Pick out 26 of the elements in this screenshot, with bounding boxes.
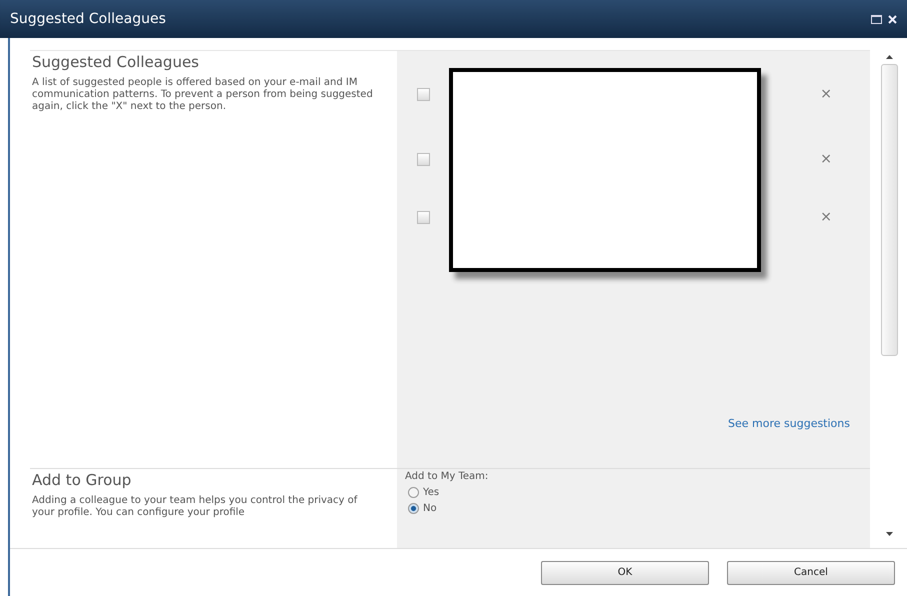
remove-suggestion-button[interactable]: × [820, 151, 832, 167]
radio-button[interactable] [408, 487, 419, 498]
see-more-suggestions-link[interactable]: See more suggestions [728, 417, 850, 430]
section-description: A list of suggested people is offered based on your e-mail and IM communication patterns. To prevent a person from being suggested again, click the "X" next to the person. [32, 77, 374, 113]
close-icon[interactable] [888, 14, 897, 24]
section-heading: Suggested Colleagues [32, 53, 200, 71]
radio-option[interactable]: No [408, 503, 862, 514]
add-to-team-label: Add to My Team: [405, 470, 490, 482]
checkbox[interactable] [417, 88, 430, 100]
remove-suggestion-button[interactable]: × [820, 209, 832, 225]
maximize-icon[interactable] [871, 14, 882, 24]
checkbox[interactable] [417, 152, 430, 166]
dialog-button[interactable]: OK [541, 560, 709, 584]
radio-option[interactable]: Yes [408, 487, 862, 498]
section-heading: Add to Group [32, 471, 132, 490]
checkbox[interactable] [417, 210, 430, 224]
remove-suggestion-button[interactable]: × [820, 86, 832, 102]
dialog-button[interactable]: Cancel [727, 560, 895, 584]
scrollbar-thumb[interactable] [881, 64, 898, 356]
section-description: Adding a colleague to your team helps you control the privacy of your profile. You can configure your profile [32, 495, 358, 520]
scroll-up-icon[interactable] [886, 55, 893, 59]
radio-button[interactable] [408, 503, 419, 514]
radio-label: Yes [423, 487, 440, 498]
radio-label: No [423, 503, 437, 514]
scroll-down-icon[interactable] [886, 532, 893, 536]
window-title: Suggested Colleagues [10, 11, 167, 27]
